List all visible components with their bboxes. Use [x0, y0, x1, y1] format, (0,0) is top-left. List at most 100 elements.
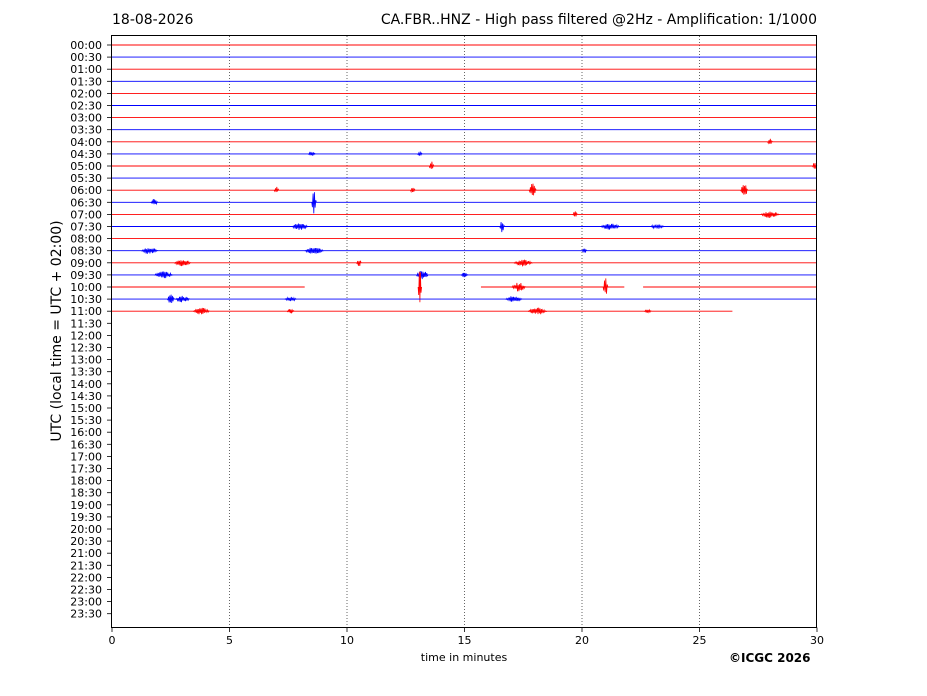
x-axis-label: time in minutes	[420, 651, 508, 664]
seismic-event	[284, 296, 297, 302]
seismic-event	[175, 295, 190, 303]
y-tick-label: 01:30	[70, 75, 102, 88]
seismic-event	[644, 308, 652, 314]
y-tick-label: 11:00	[70, 305, 102, 318]
seismic-event	[192, 307, 210, 315]
trace-1030	[112, 294, 817, 304]
y-tick-label: 11:30	[70, 317, 102, 330]
seismic-event	[650, 223, 665, 230]
seismic-event	[150, 198, 159, 206]
y-tick-label: 05:30	[70, 172, 102, 185]
y-tick-label: 23:30	[70, 608, 102, 621]
y-axis-label: UTC (local time = UTC + 02:00)	[49, 220, 65, 442]
y-tick-label: 10:30	[70, 293, 102, 306]
seismic-event	[760, 211, 780, 218]
seismic-event	[600, 223, 620, 230]
y-tick-label: 17:00	[70, 450, 102, 463]
seismic-event	[460, 272, 469, 278]
x-tick-label: 20	[575, 634, 589, 647]
seismic-event	[311, 192, 317, 214]
y-tick-label: 18:00	[70, 475, 102, 488]
x-tick-label: 5	[226, 634, 233, 647]
y-tick-label: 16:30	[70, 438, 102, 451]
seismic-event	[356, 260, 362, 266]
seismic-event	[304, 247, 324, 254]
seismic-event	[528, 183, 537, 196]
y-tick-label: 10:00	[70, 281, 102, 294]
y-tick-label: 00:30	[70, 51, 102, 64]
trace-0730	[112, 222, 817, 233]
y-tick-label: 09:00	[70, 257, 102, 270]
y-tick-label: 14:30	[70, 390, 102, 403]
seismic-event	[415, 270, 429, 280]
y-tick-label: 04:00	[70, 136, 102, 149]
y-tick-label: 00:00	[70, 39, 102, 52]
y-tick-label: 12:00	[70, 329, 102, 342]
seismic-event	[505, 296, 523, 302]
y-tick-label: 18:30	[70, 487, 102, 500]
x-tick-label: 15	[458, 634, 472, 647]
x-tick-label: 30	[810, 634, 824, 647]
seismic-event	[499, 222, 505, 233]
y-tick-label: 12:30	[70, 342, 102, 355]
seismic-event	[307, 151, 316, 156]
x-axis-ticks: 0 5 10 15 20 25 30	[109, 627, 824, 647]
date-label: 18-08-2026	[112, 12, 194, 28]
seismic-event	[511, 282, 526, 292]
seismic-event	[286, 308, 295, 314]
seismic-event	[767, 138, 773, 145]
y-axis-ticks: 00:0000:3001:0001:3002:0002:3003:0003:30…	[70, 39, 112, 621]
seismic-event	[154, 271, 174, 279]
seismic-event	[166, 294, 175, 304]
y-tick-label: 09:30	[70, 269, 102, 282]
seismic-event	[513, 259, 533, 267]
y-tick-label: 08:00	[70, 233, 102, 246]
chart-title: CA.FBR..HNZ - High pass filtered @2Hz - …	[380, 12, 817, 28]
y-tick-label: 22:00	[70, 571, 102, 584]
y-tick-label: 03:00	[70, 112, 102, 125]
x-tick-label: 0	[109, 634, 116, 647]
y-tick-label: 16:00	[70, 426, 102, 439]
grid-lines	[229, 36, 700, 627]
y-tick-label: 13:30	[70, 366, 102, 379]
seismic-event	[141, 248, 158, 254]
y-tick-label: 08:30	[70, 245, 102, 258]
y-tick-label: 05:00	[70, 160, 102, 173]
y-tick-label: 15:30	[70, 414, 102, 427]
y-tick-label: 20:00	[70, 523, 102, 536]
y-tick-label: 02:00	[70, 87, 102, 100]
seismic-event	[602, 278, 609, 294]
trace-1100	[112, 307, 733, 315]
trace-0900	[112, 259, 817, 267]
seismic-event	[740, 185, 749, 195]
y-tick-label: 19:00	[70, 499, 102, 512]
seismic-event	[174, 260, 191, 267]
seismic-event	[527, 307, 547, 315]
seismic-event	[291, 223, 309, 230]
y-tick-label: 07:30	[70, 221, 102, 234]
seismic-traces	[112, 44, 818, 315]
seismic-event	[581, 248, 588, 253]
y-tick-label: 23:00	[70, 596, 102, 609]
plot-frame	[111, 35, 817, 628]
y-tick-label: 04:30	[70, 148, 102, 161]
y-tick-label: 13:00	[70, 354, 102, 367]
y-tick-label: 22:30	[70, 584, 102, 597]
y-tick-label: 01:00	[70, 63, 102, 76]
seismic-event	[273, 186, 280, 193]
y-tick-label: 21:30	[70, 559, 102, 572]
y-tick-label: 17:30	[70, 463, 102, 476]
trace-0430	[112, 151, 817, 156]
x-tick-label: 10	[340, 634, 354, 647]
x-tick-label: 25	[693, 634, 707, 647]
y-tick-label: 21:00	[70, 547, 102, 560]
copyright-label: ©ICGC 2026	[729, 651, 811, 665]
seismic-event	[417, 151, 423, 156]
y-tick-label: 20:30	[70, 535, 102, 548]
y-tick-label: 06:00	[70, 184, 102, 197]
trace-0930	[112, 270, 817, 280]
helicorder-plot: 00:0000:3001:0001:3002:0002:3003:0003:30…	[70, 35, 824, 647]
seismic-event	[410, 187, 416, 194]
y-tick-label: 19:30	[70, 511, 102, 524]
seismic-event	[428, 161, 435, 169]
